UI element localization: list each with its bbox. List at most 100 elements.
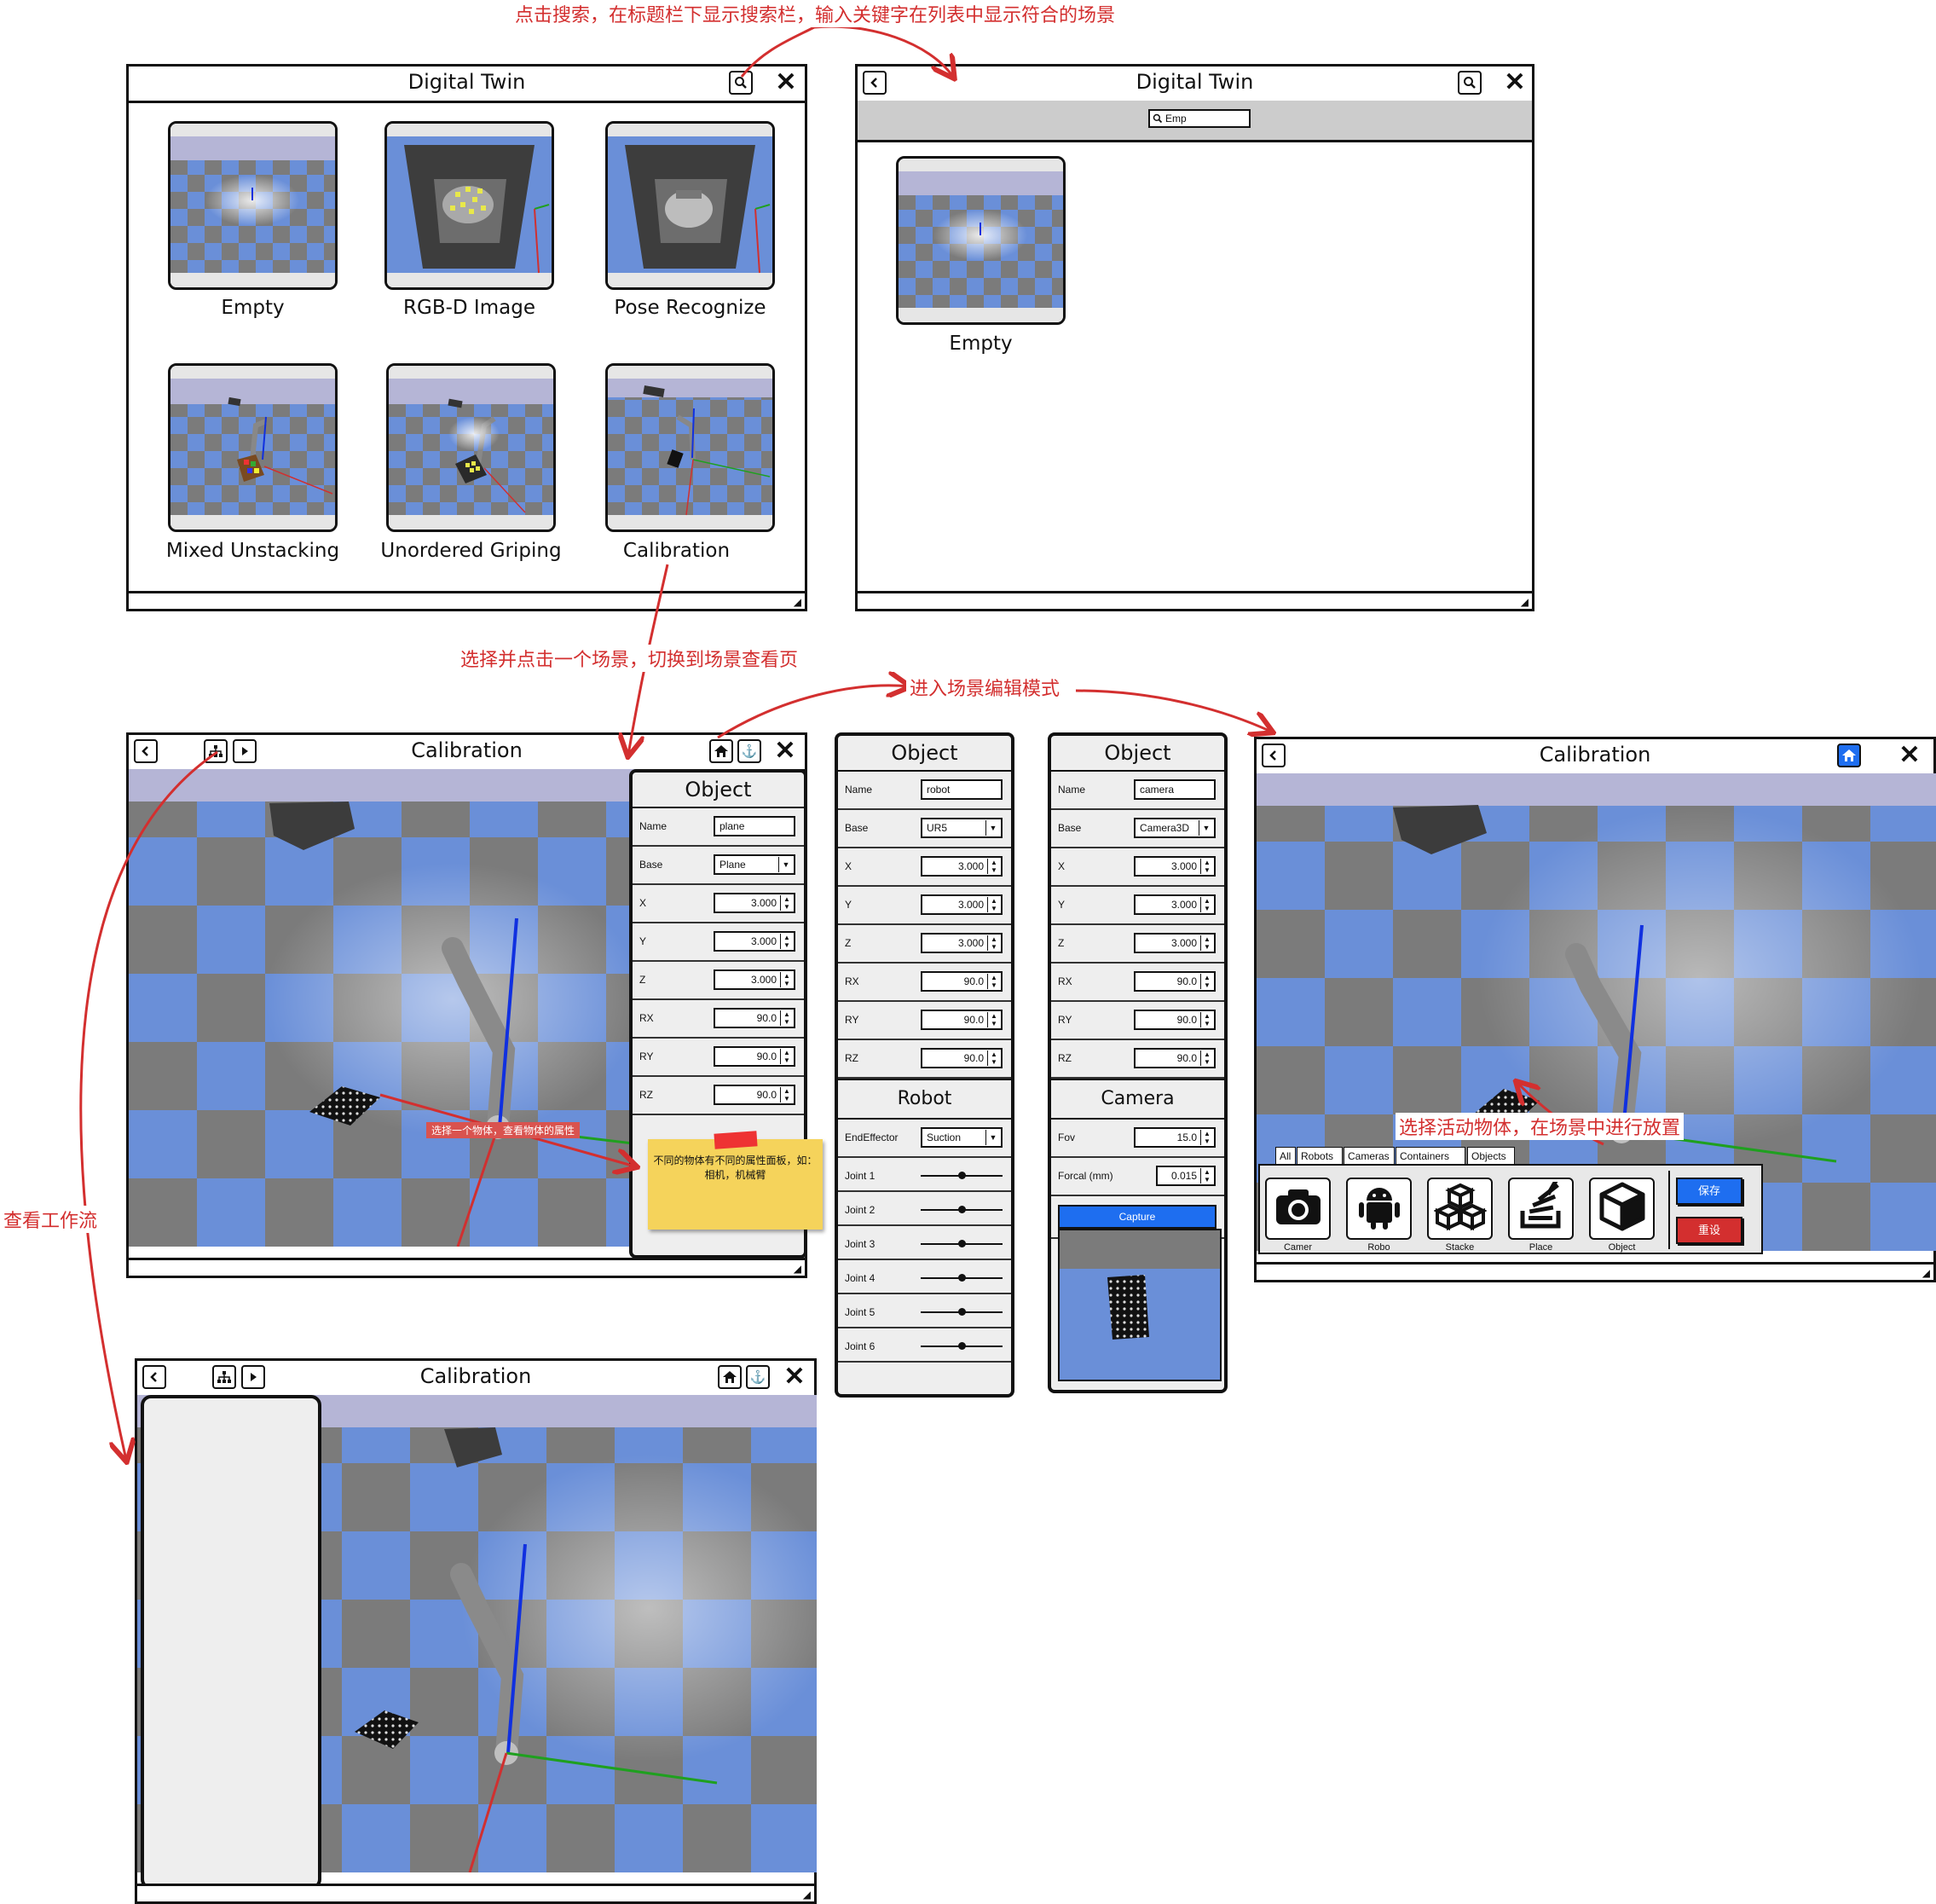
field-input[interactable]: 90.0 ▲ ▼	[714, 1008, 795, 1028]
slider-handle[interactable]	[958, 1240, 966, 1247]
resize-grip-icon[interactable]: ◢	[794, 1263, 801, 1275]
home-button[interactable]	[718, 1365, 742, 1389]
slider-handle[interactable]	[958, 1308, 966, 1316]
capture-button[interactable]: Capture	[1058, 1205, 1217, 1229]
joint-slider[interactable]	[921, 1172, 1003, 1179]
fov-input[interactable]: 15.0 ▲ ▼	[1134, 1127, 1216, 1148]
spinner-icon[interactable]: ▲ ▼	[780, 972, 793, 987]
spinner-icon[interactable]: ▲ ▼	[987, 897, 1000, 912]
resize-grip-icon[interactable]: ◢	[1922, 1267, 1930, 1279]
field-input[interactable]: 3.000 ▲ ▼	[714, 931, 795, 952]
field-input[interactable]: 90.0 ▲ ▼	[1134, 971, 1216, 992]
save-button[interactable]: 保存	[1676, 1178, 1742, 1205]
spinner-icon[interactable]: ▲ ▼	[987, 1012, 1000, 1027]
spinner-icon[interactable]: ▲ ▼	[780, 1049, 793, 1064]
focal-input[interactable]: 0.015 ▲ ▼	[1156, 1166, 1216, 1186]
spinner-icon[interactable]: ▲ ▼	[780, 1010, 793, 1026]
field-input[interactable]: 3.000 ▲ ▼	[714, 969, 795, 990]
field-select[interactable]: Camera3D ▼	[1134, 818, 1216, 838]
field-input[interactable]: robot	[921, 779, 1003, 800]
anchor-button[interactable]: ⚓	[746, 1365, 770, 1389]
resize-grip-icon[interactable]: ◢	[794, 596, 801, 608]
spinner-icon[interactable]: ▲ ▼	[987, 974, 1000, 989]
spinner-icon[interactable]: ▲ ▼	[987, 859, 1000, 874]
close-icon[interactable]: ✕	[773, 68, 799, 97]
spinner-icon[interactable]: ▲ ▼	[1200, 1168, 1213, 1183]
tool-robo-button[interactable]	[1346, 1178, 1412, 1240]
field-input[interactable]: 90.0 ▲ ▼	[921, 1010, 1003, 1030]
tool-stacke-button[interactable]	[1427, 1178, 1493, 1240]
field-input[interactable]: 3.000 ▲ ▼	[714, 893, 795, 913]
search-button[interactable]	[729, 71, 753, 95]
field-label: RZ	[1058, 1052, 1072, 1064]
end-effector-select[interactable]: Suction ▼	[921, 1127, 1003, 1148]
resize-grip-icon[interactable]: ◢	[803, 1889, 811, 1901]
scene-card-mixed-unstacking[interactable]	[168, 363, 338, 532]
scene-card-pose[interactable]	[605, 121, 775, 290]
field-select[interactable]: Plane ▼	[714, 854, 795, 875]
search-input[interactable]: Emp	[1148, 109, 1251, 128]
field-input[interactable]: 90.0 ▲ ▼	[1134, 1010, 1216, 1030]
field-input[interactable]: 3.000 ▲ ▼	[1134, 894, 1216, 915]
close-icon[interactable]: ✕	[1502, 68, 1528, 97]
spinner-icon[interactable]: ▲ ▼	[1200, 974, 1213, 989]
reset-button[interactable]: 重设	[1676, 1217, 1742, 1244]
spinner-icon[interactable]: ▲ ▼	[780, 895, 793, 911]
spinner-icon[interactable]: ▲ ▼	[1200, 859, 1213, 874]
spinner-icon[interactable]: ▲ ▼	[1200, 897, 1213, 912]
spinner-icon[interactable]: ▲ ▼	[1200, 1050, 1213, 1066]
field-input[interactable]: 90.0 ▲ ▼	[714, 1046, 795, 1067]
joint-slider[interactable]	[921, 1240, 1003, 1247]
close-icon[interactable]: ✕	[1897, 741, 1922, 770]
tab-robots[interactable]: Robots	[1297, 1147, 1343, 1164]
field-input[interactable]: camera	[1134, 779, 1216, 800]
field-input[interactable]: 3.000 ▲ ▼	[1134, 856, 1216, 877]
tool-camer-button[interactable]	[1265, 1178, 1331, 1240]
tab-cameras[interactable]: Cameras	[1344, 1147, 1395, 1164]
joint-slider[interactable]	[921, 1308, 1003, 1316]
field-input[interactable]: 90.0 ▲ ▼	[921, 971, 1003, 992]
tool-object-button[interactable]	[1589, 1178, 1655, 1240]
field-input[interactable]: 3.000 ▲ ▼	[1134, 933, 1216, 953]
search-button[interactable]	[1458, 71, 1482, 95]
home-button[interactable]	[1837, 744, 1861, 767]
spinner-icon[interactable]: ▲ ▼	[1200, 935, 1213, 951]
joint-slider[interactable]	[921, 1206, 1003, 1213]
field-input[interactable]: 90.0 ▲ ▼	[1134, 1048, 1216, 1068]
resize-grip-icon[interactable]: ◢	[1521, 596, 1529, 608]
spinner-icon[interactable]: ▲ ▼	[1200, 1012, 1213, 1027]
spinner-icon[interactable]: ▲ ▼	[987, 1050, 1000, 1066]
field-select[interactable]: UR5 ▼	[921, 818, 1003, 838]
tab-containers[interactable]: Containers	[1396, 1147, 1465, 1164]
spinner-icon[interactable]: ▲ ▼	[780, 1087, 793, 1102]
spinner-icon[interactable]: ▲ ▼	[1200, 1130, 1213, 1145]
scene-viewport[interactable]	[129, 769, 640, 1247]
field-input[interactable]: 3.000 ▲ ▼	[921, 856, 1003, 877]
joint-slider[interactable]	[921, 1342, 1003, 1350]
spinner-icon[interactable]: ▲ ▼	[780, 934, 793, 949]
tool-place-button[interactable]	[1508, 1177, 1574, 1240]
spinner-icon[interactable]: ▲ ▼	[987, 935, 1000, 951]
tab-objects[interactable]: Objects	[1467, 1147, 1515, 1164]
slider-handle[interactable]	[958, 1172, 966, 1179]
slider-handle[interactable]	[958, 1274, 966, 1282]
joint-slider[interactable]	[921, 1274, 1003, 1282]
slider-handle[interactable]	[958, 1206, 966, 1213]
field-input[interactable]: 3.000 ▲ ▼	[921, 933, 1003, 953]
close-icon[interactable]: ✕	[772, 737, 798, 766]
field-input[interactable]: 90.0 ▲ ▼	[714, 1085, 795, 1105]
tab-all[interactable]: All	[1275, 1147, 1296, 1164]
scene-card-calibration[interactable]	[605, 363, 775, 532]
scene-card-unordered-griping[interactable]	[386, 363, 556, 532]
scene-card-rgbd[interactable]	[384, 121, 554, 290]
anchor-button[interactable]: ⚓	[737, 739, 761, 763]
scene-card-empty[interactable]	[168, 121, 338, 290]
field-input[interactable]: 3.000 ▲ ▼	[921, 894, 1003, 915]
field-input[interactable]: 90.0 ▲ ▼	[921, 1048, 1003, 1068]
close-icon[interactable]: ✕	[782, 1363, 807, 1392]
slider-handle[interactable]	[958, 1342, 966, 1350]
home-button[interactable]	[709, 739, 733, 763]
workflow-panel[interactable]	[141, 1395, 321, 1890]
search-result-card[interactable]	[896, 156, 1066, 325]
field-input[interactable]: plane	[714, 816, 795, 836]
